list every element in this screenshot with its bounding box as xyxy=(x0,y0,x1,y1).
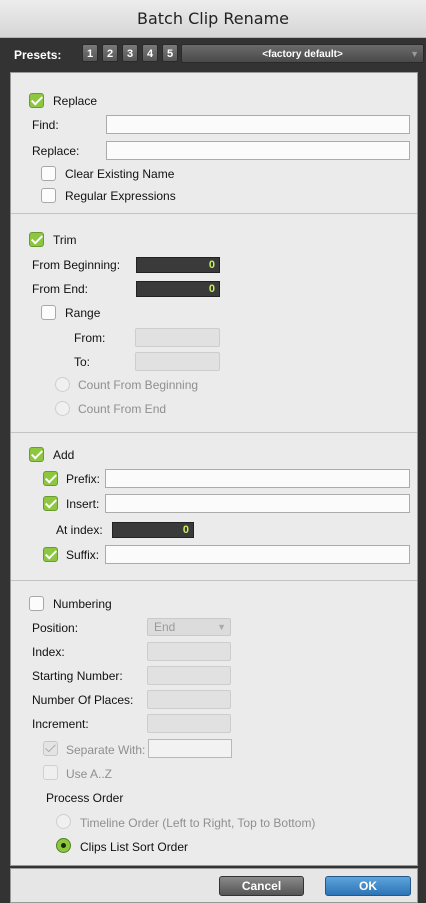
from-beginning-label: From Beginning: xyxy=(32,258,121,272)
section-divider xyxy=(11,213,417,214)
options-panel: Replace Find: Replace: Clear Existing Na… xyxy=(10,72,418,866)
presets-label: Presets: xyxy=(14,48,62,62)
regular-expressions-label: Regular Expressions xyxy=(65,189,176,203)
preset-3-button[interactable]: 3 xyxy=(122,44,138,62)
range-checkbox[interactable] xyxy=(41,305,56,320)
position-label: Position: xyxy=(32,621,79,635)
find-label: Find: xyxy=(32,118,59,132)
numbering-section-label: Numbering xyxy=(53,597,112,611)
preset-1-button[interactable]: 1 xyxy=(82,44,98,62)
increment-input[interactable] xyxy=(147,714,231,733)
count-from-end-label: Count From End xyxy=(78,402,167,416)
position-select[interactable]: End ▼ xyxy=(147,618,231,636)
from-end-field[interactable]: 0 xyxy=(136,281,220,297)
clear-existing-name-label: Clear Existing Name xyxy=(65,167,175,181)
replace-label: Replace: xyxy=(32,144,80,158)
count-from-end-radio[interactable] xyxy=(55,401,70,416)
timeline-order-label: Timeline Order (Left to Right, Top to Bo… xyxy=(80,816,316,830)
window-title: Batch Clip Rename xyxy=(0,0,426,38)
separate-with-label: Separate With: xyxy=(66,743,146,757)
at-index-label: At index: xyxy=(56,523,103,537)
position-select-value: End xyxy=(154,620,176,634)
cancel-button[interactable]: Cancel xyxy=(219,876,304,896)
count-from-beginning-label: Count From Beginning xyxy=(78,378,199,392)
suffix-checkbox[interactable] xyxy=(43,547,58,562)
at-index-field[interactable]: 0 xyxy=(112,522,194,538)
index-label: Index: xyxy=(32,645,65,659)
dialog-body: Presets: 1 2 3 4 5 <factory default> ▼ R… xyxy=(0,38,426,903)
chevron-down-icon: ▼ xyxy=(217,622,226,632)
presets-bar: Presets: 1 2 3 4 5 <factory default> ▼ xyxy=(14,38,424,68)
insert-label: Insert: xyxy=(66,497,100,511)
number-of-places-input[interactable] xyxy=(147,690,231,709)
preset-2-button[interactable]: 2 xyxy=(102,44,118,62)
replace-section-label: Replace xyxy=(53,94,98,108)
index-input[interactable] xyxy=(147,642,231,661)
range-from-label: From: xyxy=(74,331,106,345)
prefix-label: Prefix: xyxy=(66,472,101,486)
preset-5-button[interactable]: 5 xyxy=(162,44,178,62)
from-beginning-field[interactable]: 0 xyxy=(136,257,220,273)
process-order-label: Process Order xyxy=(46,791,124,805)
regular-expressions-checkbox[interactable] xyxy=(41,188,56,203)
section-divider xyxy=(11,432,417,433)
insert-input[interactable] xyxy=(105,494,410,513)
prefix-input[interactable] xyxy=(105,469,410,488)
trim-checkbox[interactable] xyxy=(29,232,44,247)
count-from-beginning-radio[interactable] xyxy=(55,377,70,392)
from-end-label: From End: xyxy=(32,282,89,296)
range-from-input[interactable] xyxy=(135,328,220,347)
chevron-down-icon: ▼ xyxy=(410,49,419,59)
starting-number-label: Starting Number: xyxy=(32,669,123,683)
preset-select[interactable]: <factory default> ▼ xyxy=(181,44,424,63)
separate-with-checkbox[interactable] xyxy=(43,741,58,756)
range-to-label: To: xyxy=(74,355,91,369)
clips-list-sort-order-label: Clips List Sort Order xyxy=(80,840,189,854)
range-label: Range xyxy=(65,306,101,320)
replace-checkbox[interactable] xyxy=(29,93,44,108)
suffix-input[interactable] xyxy=(105,545,410,564)
timeline-order-radio[interactable] xyxy=(56,814,71,829)
insert-checkbox[interactable] xyxy=(43,496,58,511)
clips-list-sort-order-radio[interactable] xyxy=(56,838,71,853)
prefix-checkbox[interactable] xyxy=(43,471,58,486)
use-a-z-checkbox[interactable] xyxy=(43,765,58,780)
increment-label: Increment: xyxy=(32,717,89,731)
use-a-z-label: Use A..Z xyxy=(66,767,113,781)
replace-input[interactable] xyxy=(106,141,410,160)
separate-with-input[interactable] xyxy=(148,739,232,758)
clear-existing-name-checkbox[interactable] xyxy=(41,166,56,181)
number-of-places-label: Number Of Places: xyxy=(32,693,134,707)
section-divider xyxy=(11,580,417,581)
trim-section-label: Trim xyxy=(53,233,77,247)
suffix-label: Suffix: xyxy=(66,548,100,562)
starting-number-input[interactable] xyxy=(147,666,231,685)
add-section-label: Add xyxy=(53,448,75,462)
find-input[interactable] xyxy=(106,115,410,134)
preset-4-button[interactable]: 4 xyxy=(142,44,158,62)
ok-button[interactable]: OK xyxy=(325,876,411,896)
add-checkbox[interactable] xyxy=(29,447,44,462)
range-to-input[interactable] xyxy=(135,352,220,371)
dialog-footer: Cancel OK xyxy=(10,868,418,903)
numbering-checkbox[interactable] xyxy=(29,596,44,611)
preset-select-value: <factory default> xyxy=(262,49,343,60)
